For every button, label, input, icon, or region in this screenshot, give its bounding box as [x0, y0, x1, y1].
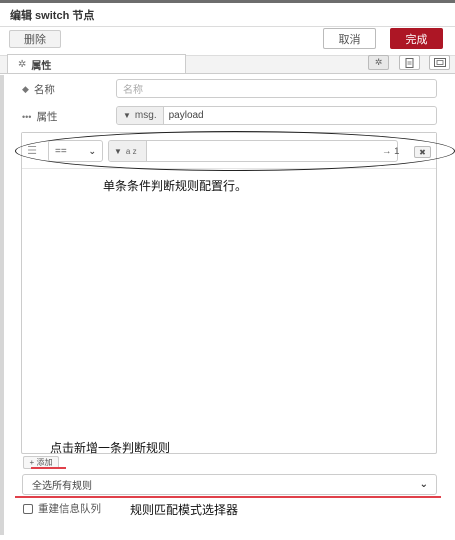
tab-properties[interactable]: ✲ 属性: [7, 54, 186, 74]
tab-appearance[interactable]: [429, 55, 450, 70]
recreate-queue-checkbox[interactable]: [23, 503, 33, 514]
matching-mode-underline: [15, 496, 441, 498]
tab-description[interactable]: [399, 55, 420, 70]
close-icon: ✖: [419, 147, 426, 157]
add-rule-underline: [31, 467, 66, 469]
titlebar-divider: [0, 26, 455, 27]
matching-mode-value: 全选所有规则: [32, 481, 92, 492]
description-icon: [405, 57, 414, 68]
property-label: ••• 属性: [22, 109, 57, 124]
chevron-down-icon: ⌄: [88, 145, 96, 156]
gear-icon: ✲: [18, 59, 27, 70]
string-type-icon: a z: [125, 146, 137, 156]
rule-operator-value: ==: [55, 145, 67, 157]
tab-settings[interactable]: ✲: [368, 55, 389, 70]
name-input[interactable]: 名称: [116, 79, 437, 98]
rule-remove-button[interactable]: ✖: [414, 146, 431, 158]
gear-icon: ✲: [374, 57, 383, 67]
property-type-selector[interactable]: ▼ msg.: [117, 107, 164, 124]
delete-button[interactable]: 删除: [9, 30, 61, 48]
tab-divider: [0, 73, 455, 74]
matching-mode-select[interactable]: 全选所有规则 ⌄: [22, 474, 437, 495]
property-value: payload: [168, 110, 204, 121]
property-type-label: msg.: [134, 110, 157, 121]
ellipsis-icon: •••: [22, 111, 32, 122]
window-top-border: [0, 0, 455, 3]
property-input[interactable]: ▼ msg. payload: [116, 106, 437, 125]
rule-output-label: → 1: [382, 146, 400, 157]
recreate-queue-label: 重建信息队列: [38, 503, 101, 515]
caret-down-icon: ▼: [114, 146, 122, 156]
rule-row[interactable]: ☰ == ⌄ ▼ a z → 1 ✖: [22, 133, 436, 169]
cancel-button[interactable]: 取消: [323, 28, 376, 49]
caret-down-icon: ▼: [123, 111, 131, 120]
dialog-title: 编辑 switch 节点: [10, 10, 95, 22]
tag-icon: ◆: [22, 84, 29, 94]
property-label-text: 属性: [36, 111, 58, 123]
done-button[interactable]: 完成: [390, 28, 443, 49]
appearance-icon: [433, 58, 446, 67]
recreate-queue-option[interactable]: 重建信息队列: [23, 501, 101, 516]
mode-selector-annotation: 规则匹配模式选择器: [130, 503, 239, 517]
drag-handle-icon[interactable]: ☰: [26, 144, 38, 157]
rule-operator-select[interactable]: == ⌄: [48, 140, 103, 162]
rule-value-input[interactable]: ▼ a z: [108, 140, 398, 162]
rule-row-annotation: 单条条件判断规则配置行。: [103, 179, 248, 193]
add-rule-annotation: 点击新增一条判断规则: [50, 441, 171, 455]
chevron-down-icon: ⌄: [419, 479, 428, 490]
rule-value-type-selector[interactable]: ▼ a z: [109, 141, 147, 161]
name-label-text: 名称: [33, 84, 55, 96]
name-label: ◆ 名称: [22, 82, 55, 97]
tab-properties-label: 属性: [31, 61, 52, 72]
left-edge-bar: [0, 75, 4, 535]
